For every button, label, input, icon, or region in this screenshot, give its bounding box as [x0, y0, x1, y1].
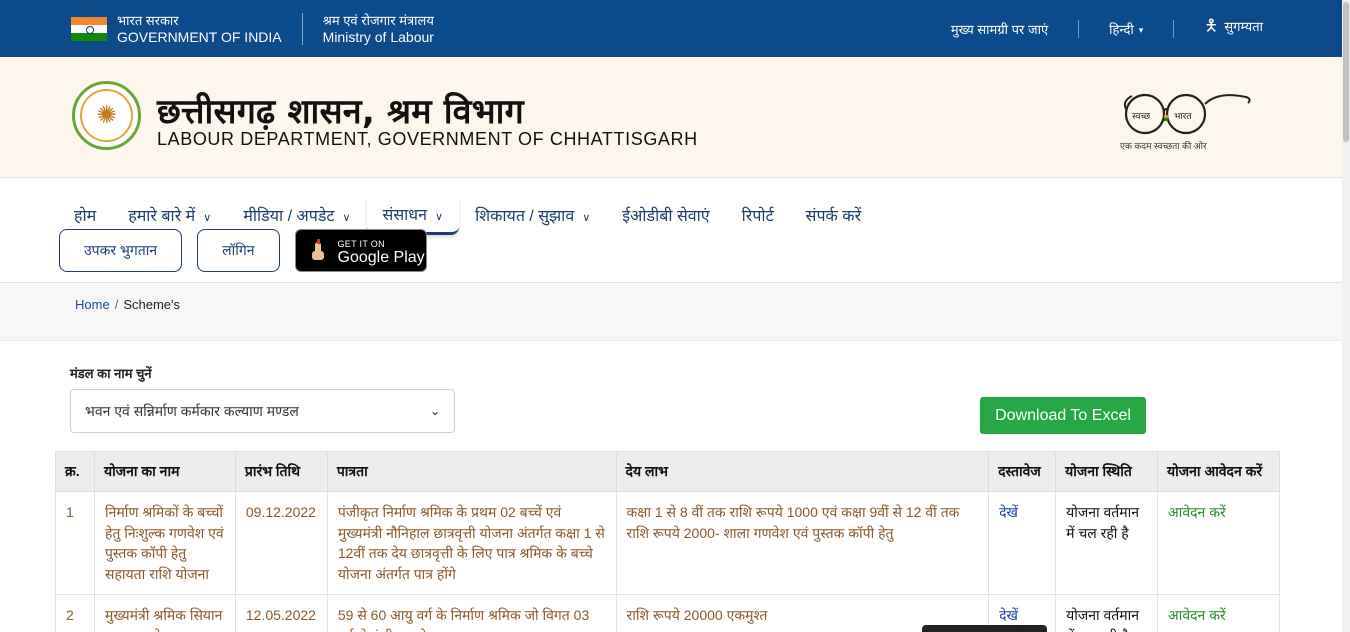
language-selector[interactable]: हिन्दी ▾: [1109, 20, 1143, 38]
language-label: हिन्दी: [1109, 21, 1134, 37]
ministry-label[interactable]: श्रम एवं रोजगार मंत्रालय Ministry of Lab…: [323, 12, 434, 46]
ministry-english-label: Ministry of Labour: [322, 28, 434, 45]
divider: [301, 12, 303, 45]
nav-item-2[interactable]: मीडिया / अपडेट ∨: [227, 198, 366, 232]
nav-item-1[interactable]: हमारे बारे में ∨: [112, 198, 227, 232]
breadcrumb-bar: Home / Scheme's: [0, 283, 1342, 341]
nav-item-4[interactable]: शिकायत / सुझाव ∨: [459, 198, 606, 232]
cell-start-date: 09.12.2022: [234, 491, 328, 595]
column-header: दस्तावेज: [988, 451, 1057, 492]
breadcrumb-separator: /: [114, 297, 119, 312]
apply-link[interactable]: आवेदन करें: [1157, 594, 1280, 632]
nav-item-5[interactable]: ईओडीबी सेवाएं: [606, 198, 725, 232]
department-title: छत्तीसगढ़ शासन, श्रम विभाग: [157, 92, 524, 132]
column-header: योजना का नाम: [93, 451, 236, 492]
board-select-label: मंडल का नाम चुनें: [70, 366, 152, 381]
nav-item-6[interactable]: रिपोर्ट: [726, 198, 790, 232]
chhattisgarh-emblem-logo[interactable]: ✺: [72, 81, 141, 150]
breadcrumb: Home / Scheme's: [75, 297, 180, 312]
column-header: योजना आवेदन करें: [1157, 451, 1280, 492]
cell-eligibility: पंजीकृत निर्माण श्रमिक के प्रथम 02 बच्चे…: [326, 491, 617, 595]
accessibility-link[interactable]: 🯅 सुगम्यता: [1204, 15, 1263, 42]
nav-item-label: संसाधन: [382, 207, 428, 224]
nav-item-7[interactable]: संपर्क करें: [790, 198, 877, 232]
gov-english-label: GOVERNMENT OF INDIA: [117, 28, 282, 45]
breadcrumb-home-link[interactable]: Home: [75, 297, 110, 312]
login-button[interactable]: लॉगिन: [197, 229, 280, 272]
cell-scheme-status: योजना वर्तमान में चल रही है: [1055, 491, 1159, 595]
chevron-down-icon: ∨: [435, 211, 444, 223]
column-header: क्र.: [55, 451, 95, 492]
scrollbar-thumb[interactable]: [1343, 2, 1349, 142]
page: भारत सरकार GOVERNMENT OF INDIA श्रम एवं …: [0, 0, 1342, 632]
nav-item-label: होम: [74, 208, 97, 225]
nav-item-0[interactable]: होम: [58, 198, 112, 232]
nav-item-label: हमारे बारे में: [128, 208, 196, 225]
cell-scheme-status: योजना वर्तमान में चल रही है: [1055, 594, 1159, 632]
table-row: 2मुख्यमंत्री श्रमिक सियान सहायता योजना12…: [55, 594, 1280, 632]
department-subtitle: LABOUR DEPARTMENT, GOVERNMENT OF CHHATTI…: [157, 129, 698, 149]
site-header: ✺ छत्तीसगढ़ शासन, श्रम विभाग LABOUR DEPA…: [0, 57, 1342, 178]
cell-scheme-name: मुख्यमंत्री श्रमिक सियान सहायता योजना: [93, 594, 236, 632]
chevron-down-icon: ∨: [203, 212, 212, 224]
chevron-down-icon: ⌄: [429, 404, 440, 418]
download-excel-button[interactable]: Download To Excel: [980, 397, 1146, 434]
gov-top-bar: भारत सरकार GOVERNMENT OF INDIA श्रम एवं …: [0, 0, 1342, 57]
column-header: देय लाभ: [615, 451, 990, 492]
nav-action-row: उपकर भुगतान लॉगिन GET IT ON Google Play: [59, 229, 427, 272]
schemes-table: क्र. योजना का नाम प्रारंभ तिथि पात्रता देय ल…: [55, 451, 1280, 632]
cell-start-date: 12.05.2022: [234, 594, 328, 632]
table-header-row: क्र. योजना का नाम प्रारंभ तिथि पात्रता देय ल…: [55, 451, 1280, 492]
gplay-big-text: Google Play: [337, 248, 425, 266]
nav-item-label: रिपोर्ट: [741, 208, 774, 225]
apply-link[interactable]: आवेदन करें: [1157, 491, 1280, 595]
cell-serial: 2: [55, 594, 95, 632]
cell-eligibility: 59 से 60 आयु वर्ग के निर्माण श्रमिक जो व…: [326, 594, 617, 632]
chevron-down-icon: ∨: [582, 212, 591, 224]
cell-benefit: कक्षा 1 से 8 वीं तक राशि रूपये 1000 एवं …: [615, 491, 990, 595]
accessibility-icon: 🯅: [1204, 18, 1219, 35]
breadcrumb-current: Scheme's: [123, 297, 180, 312]
divider: [1173, 19, 1175, 38]
cell-scheme-name: निर्माण श्रमिकों के बच्चों हेतु निःशुल्क…: [93, 491, 236, 595]
gov-of-india-label[interactable]: भारत सरकार GOVERNMENT OF INDIA: [117, 12, 282, 46]
table-row: 1 निर्माण श्रमिकों के बच्चों हेतु निःशुल्…: [55, 491, 1280, 595]
column-header: पात्रता: [326, 451, 617, 492]
chevron-down-icon: ∨: [342, 212, 351, 224]
page-scrollbar[interactable]: [1342, 0, 1350, 632]
india-flag-icon: [71, 16, 107, 41]
main-navigation: होम हमारे बारे में ∨ मीडिया / अपडेट ∨ संसाधन ∨…: [0, 178, 1342, 283]
board-select-value: भवन एवं सन्निर्माण कर्मकार कल्याण मण्डल: [85, 402, 299, 419]
skip-to-main-link[interactable]: मुख्य सामग्री पर जाएं: [951, 20, 1048, 38]
board-select[interactable]: भवन एवं सन्निर्माण कर्मकार कल्याण मण्डल …: [70, 389, 455, 433]
gov-utility-links: मुख्य सामग्री पर जाएं हिन्दी ▾ 🯅 सुगम्यता: [951, 0, 1263, 57]
google-play-text: GET IT ON Google Play: [337, 237, 425, 266]
cell-serial: 1: [55, 491, 95, 595]
swachh-right-text: भारत: [1174, 112, 1192, 122]
ministry-hindi-label: श्रम एवं रोजगार मंत्रालय: [322, 12, 434, 28]
nav-item-label: ईओडीबी सेवाएं: [622, 208, 710, 225]
google-play-badge[interactable]: GET IT ON Google Play: [294, 229, 427, 272]
swachh-left-text: स्वच्छ: [1132, 112, 1151, 122]
caret-down-icon: ▾: [1138, 24, 1144, 35]
nav-item-label: संपर्क करें: [805, 208, 862, 225]
accessibility-label: सुगम्यता: [1224, 19, 1263, 34]
google-play-icon: [311, 238, 324, 260]
cess-payment-button[interactable]: उपकर भुगतान: [59, 229, 183, 272]
gov-hindi-label: भारत सरकार: [117, 12, 179, 28]
divider: [1078, 19, 1080, 38]
column-header: प्रारंभ तिथि: [234, 451, 328, 492]
nav-item-label: शिकायत / सुझाव: [475, 208, 575, 225]
floating-toolbar[interactable]: [922, 625, 1047, 632]
emblem-center-icon: ✺: [80, 89, 133, 142]
swachh-tagline: एक कदम स्वच्छता की ओर: [1120, 141, 1207, 151]
nav-item-label: मीडिया / अपडेट: [243, 208, 335, 225]
column-header: योजना स्थिति: [1055, 451, 1159, 492]
view-document-link[interactable]: देखें: [988, 491, 1057, 595]
